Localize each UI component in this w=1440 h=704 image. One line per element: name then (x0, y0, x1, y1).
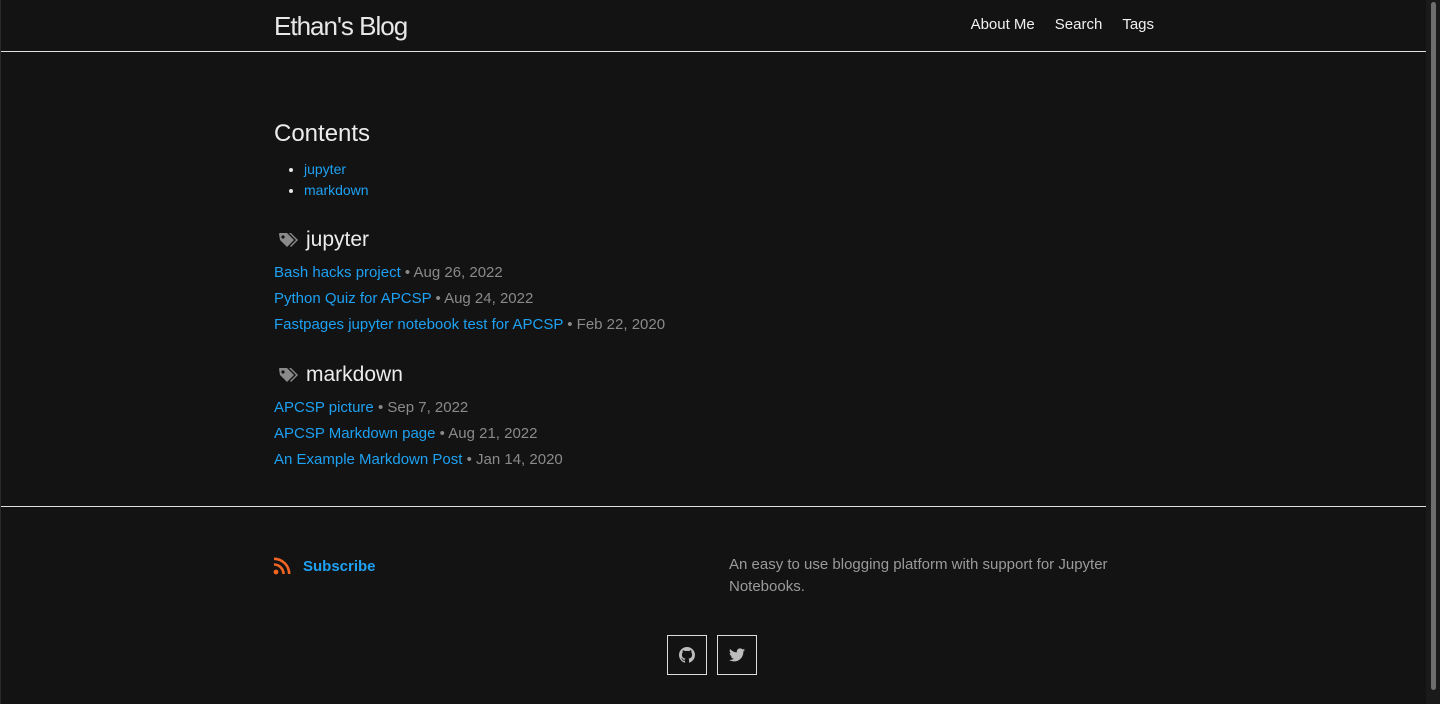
post-item: Python Quiz for APCSP • Aug 24, 2022 (274, 286, 665, 312)
twitter-button[interactable] (717, 635, 757, 675)
nav-about-me[interactable]: About Me (971, 16, 1035, 34)
footer-description: An easy to use blogging platform with su… (729, 556, 1108, 595)
github-icon (679, 647, 695, 663)
social-links (667, 635, 757, 675)
main-content: Contents jupyter markdown jupyter Bash h… (274, 118, 1154, 468)
post-date: • Feb 22, 2020 (567, 316, 666, 333)
twitter-icon (729, 648, 745, 662)
scrollbar-thumb[interactable] (1431, 2, 1436, 690)
main-nav: About Me Search Tags (971, 16, 1154, 34)
scrollbar[interactable] (1426, 0, 1440, 704)
subscribe-block: Subscribe (273, 557, 376, 575)
tag-name: jupyter (306, 228, 370, 251)
post-item: Bash hacks project • Aug 26, 2022 (274, 260, 665, 286)
post-link[interactable]: Fastpages jupyter notebook test for APCS… (274, 316, 563, 333)
post-date: • Sep 7, 2022 (377, 399, 469, 416)
post-item: Fastpages jupyter notebook test for APCS… (274, 312, 665, 338)
post-link[interactable]: Bash hacks project (274, 264, 401, 281)
github-button[interactable] (667, 635, 707, 675)
contents-item: jupyter (304, 159, 1154, 180)
post-link[interactable]: APCSP picture (274, 399, 374, 416)
post-date: • Jan 14, 2020 (466, 451, 563, 468)
contents-list: jupyter markdown (274, 159, 1154, 201)
contents-title: Contents (274, 120, 371, 147)
rss-icon[interactable] (273, 557, 291, 575)
page: Ethan's Blog About Me Search Tags Conten… (0, 0, 1427, 704)
post-item: APCSP picture • Sep 7, 2022 (274, 395, 563, 421)
nav-search[interactable]: Search (1055, 16, 1103, 34)
site-footer: Subscribe An easy to use blogging platfo… (1, 506, 1427, 704)
post-link[interactable]: APCSP Markdown page (274, 425, 435, 442)
tag-heading: jupyter (274, 226, 665, 254)
subscribe-link[interactable]: Subscribe (303, 558, 376, 575)
post-date: • Aug 21, 2022 (439, 425, 538, 442)
nav-tags[interactable]: Tags (1122, 16, 1154, 34)
post-link[interactable]: Python Quiz for APCSP (274, 290, 431, 307)
post-item: APCSP Markdown page • Aug 21, 2022 (274, 421, 563, 447)
tag-section-markdown: markdown APCSP picture • Sep 7, 2022 APC… (274, 361, 563, 473)
contents-link-markdown[interactable]: markdown (304, 182, 369, 198)
contents-link-jupyter[interactable]: jupyter (304, 161, 346, 177)
post-date: • Aug 26, 2022 (404, 264, 503, 281)
tag-heading: markdown (274, 361, 563, 389)
contents-item: markdown (304, 180, 1154, 201)
tag-name: markdown (306, 363, 403, 386)
site-title-link[interactable]: Ethan's Blog (274, 10, 408, 42)
post-date: • Aug 24, 2022 (435, 290, 534, 307)
site-header: Ethan's Blog About Me Search Tags (1, 0, 1427, 52)
post-link[interactable]: An Example Markdown Post (274, 451, 462, 468)
post-list: APCSP picture • Sep 7, 2022 APCSP Markdo… (274, 395, 563, 473)
tag-section-jupyter: jupyter Bash hacks project • Aug 26, 202… (274, 226, 665, 338)
post-item: An Example Markdown Post • Jan 14, 2020 (274, 447, 563, 473)
tag-icon (279, 233, 298, 247)
post-list: Bash hacks project • Aug 26, 2022 Python… (274, 260, 665, 338)
tag-icon (279, 368, 298, 382)
